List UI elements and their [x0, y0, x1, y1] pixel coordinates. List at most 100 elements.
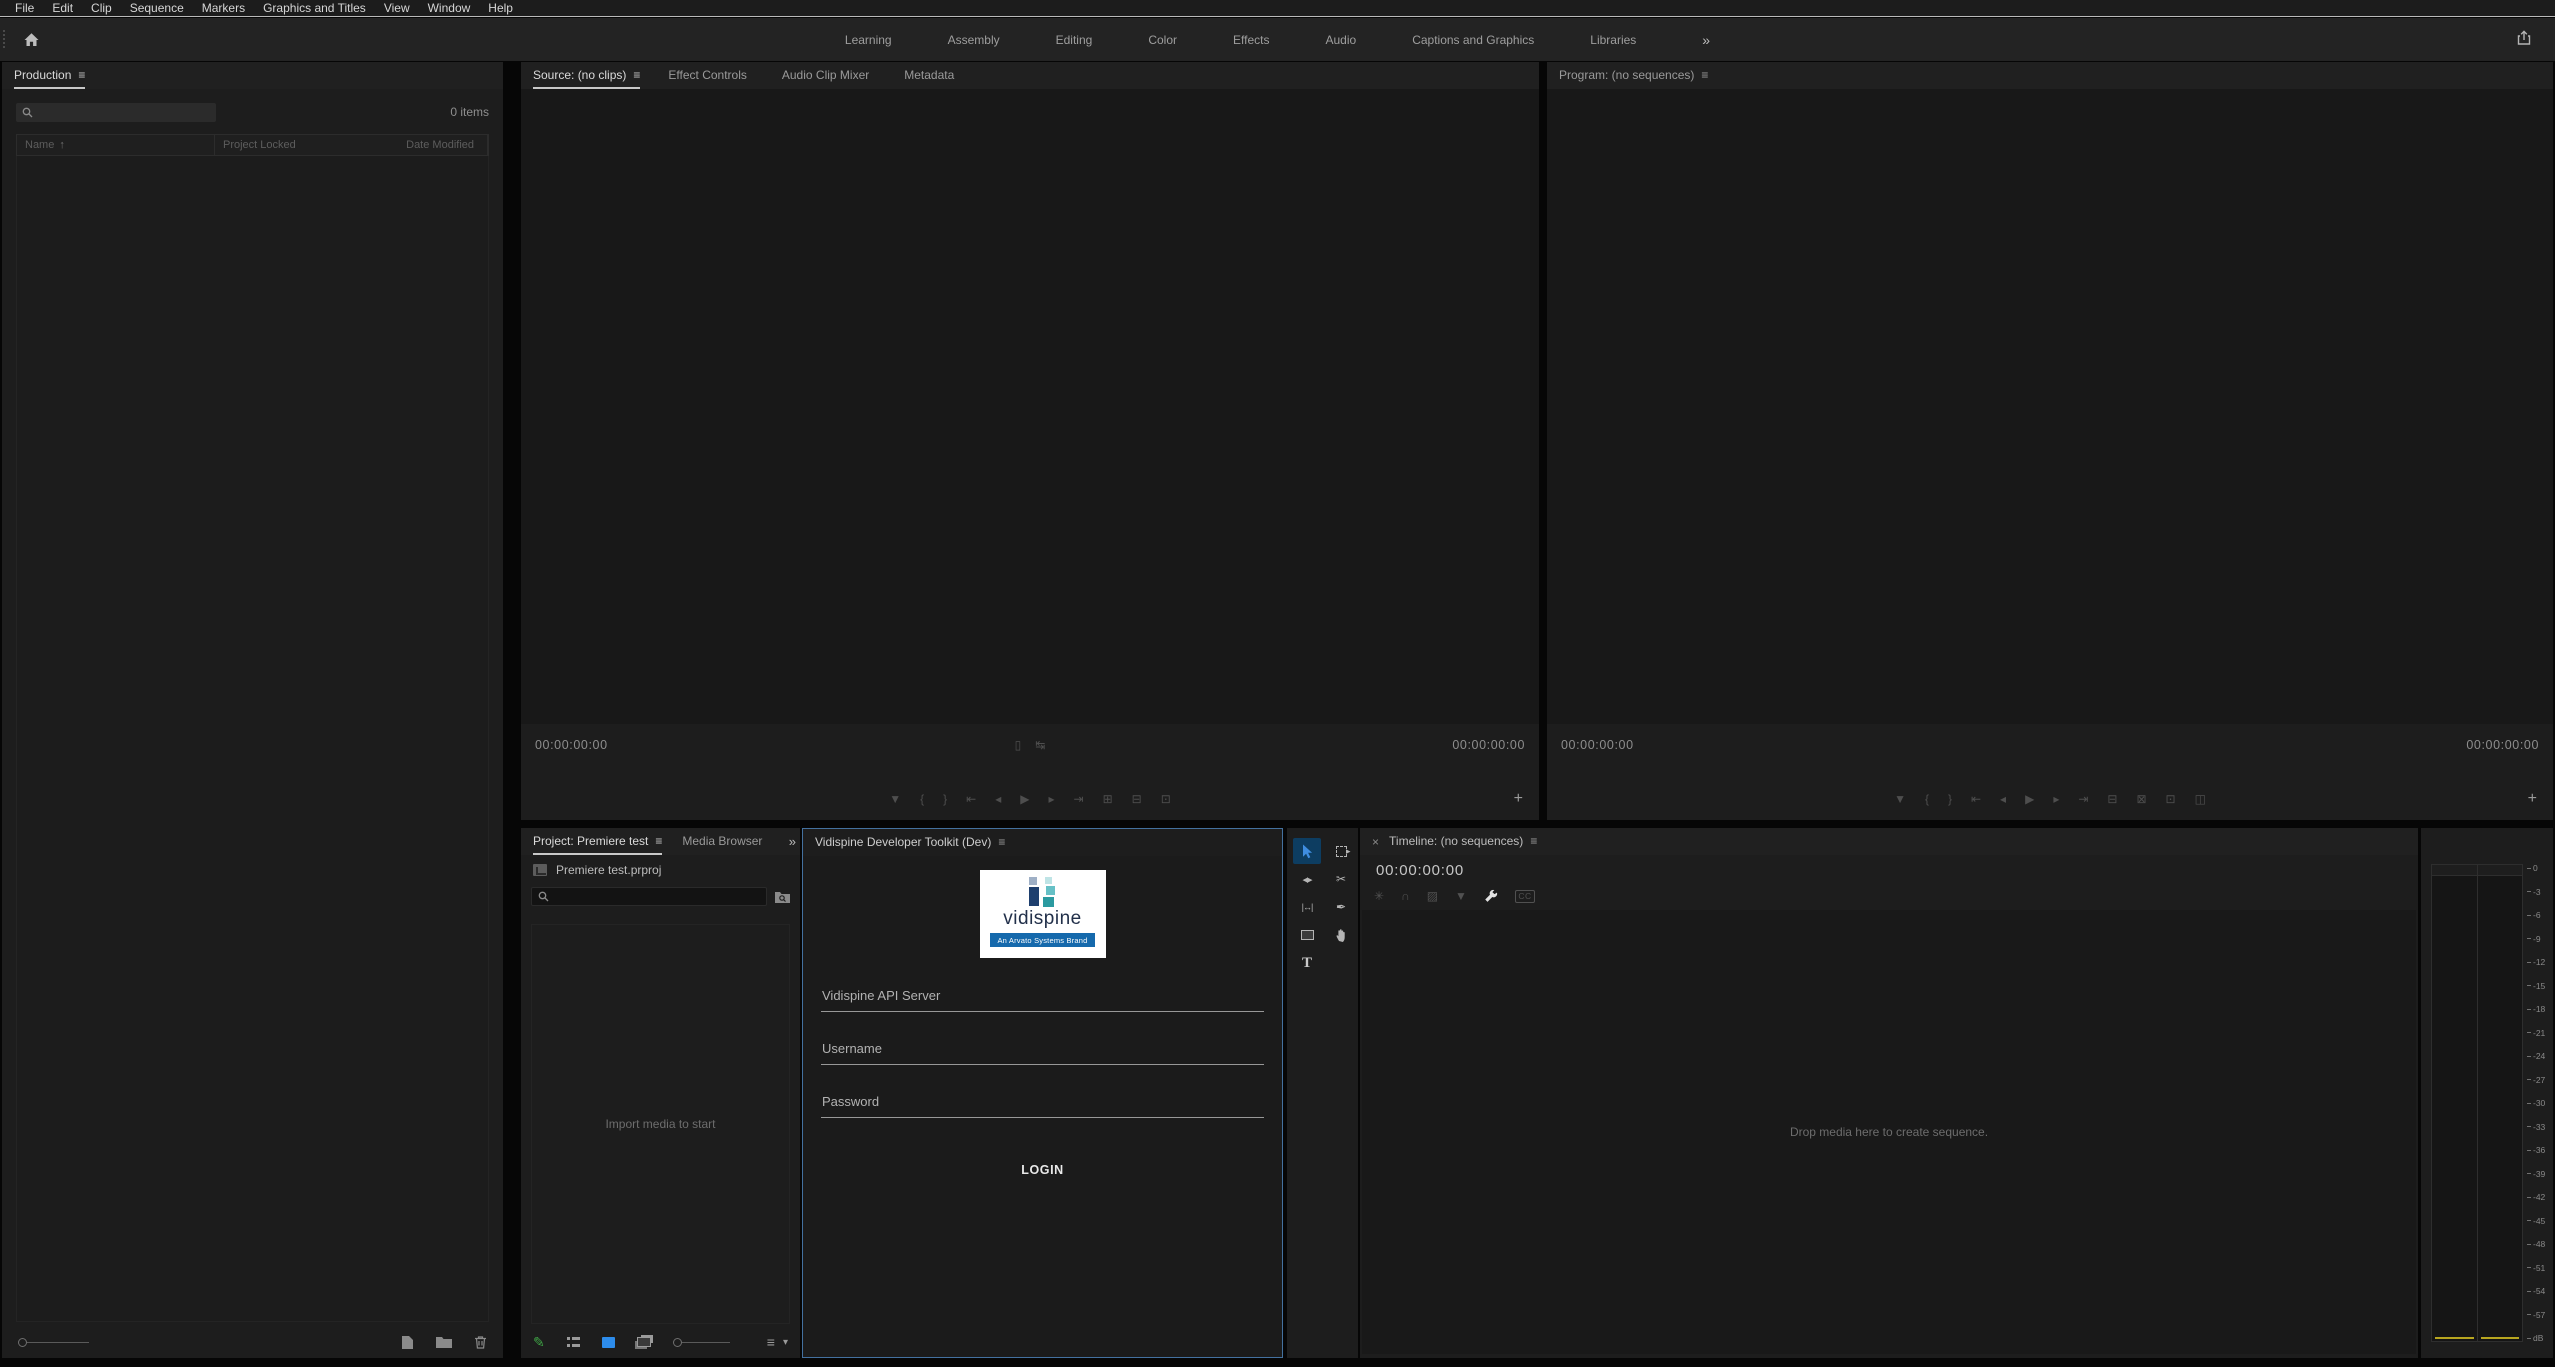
monitor-tab[interactable]: Audio Clip Mixer [782, 62, 876, 89]
hand-tool[interactable] [1327, 922, 1355, 948]
go-to-out-button[interactable]: ⇥ [2078, 788, 2088, 810]
tab-timeline[interactable]: Timeline: (no sequences) ≡ [1389, 828, 1537, 855]
step-back-button[interactable]: ◂ [995, 788, 1001, 810]
add-marker-button[interactable]: ▼ [1894, 788, 1906, 810]
panel-menu-icon[interactable]: ≡ [78, 62, 85, 89]
timeline-drop-area[interactable]: Drop media here to create sequence. [1362, 910, 2416, 1354]
workspace-tab[interactable]: Effects [1233, 33, 1269, 47]
mark-out-button[interactable]: } [943, 788, 947, 810]
password-field[interactable] [821, 1090, 1264, 1118]
overwrite-button[interactable]: ⊟ [1132, 788, 1142, 810]
project-search-input[interactable] [531, 887, 767, 906]
api-server-field[interactable] [821, 984, 1264, 1012]
zoom-slider[interactable] [673, 1338, 730, 1347]
monitor-tab[interactable]: Effect Controls [668, 62, 753, 89]
type-tool[interactable]: T [1293, 950, 1321, 976]
playback-settings-icon[interactable]: ↹ [1035, 734, 1045, 756]
tab-vidispine-toolkit[interactable]: Vidispine Developer Toolkit (Dev) ≡ [815, 829, 1005, 856]
menu-item[interactable]: Sequence [121, 1, 193, 15]
step-back-button[interactable]: ◂ [2000, 788, 2006, 810]
linked-selection-icon[interactable]: ▨ [1427, 889, 1438, 903]
icon-view-icon[interactable] [602, 1337, 615, 1348]
menu-item[interactable]: Help [479, 1, 522, 15]
go-to-out-button[interactable]: ⇥ [1074, 788, 1084, 810]
project-writable-icon[interactable]: ✎ [533, 1334, 545, 1351]
workspace-tab[interactable]: Color [1148, 33, 1177, 47]
extract-button[interactable]: ⊠ [2136, 788, 2146, 810]
play-button[interactable]: ▶ [2025, 788, 2034, 810]
workspace-tab[interactable]: Learning [845, 33, 892, 47]
monitor-tab[interactable]: Metadata [904, 62, 961, 89]
menu-item[interactable]: View [375, 1, 419, 15]
new-project-icon[interactable] [401, 1335, 414, 1350]
snap-icon[interactable]: ∩ [1401, 889, 1410, 903]
production-item-list[interactable] [16, 156, 489, 1322]
login-button[interactable]: LOGIN [1005, 1155, 1080, 1185]
menu-item[interactable]: File [6, 1, 43, 15]
button-editor-button[interactable]: + [1514, 788, 1523, 810]
insert-as-nested-icon[interactable]: ✳ [1374, 889, 1384, 903]
delete-icon[interactable] [474, 1335, 487, 1349]
project-tab[interactable]: Project: Premiere test ≡ [533, 828, 662, 855]
project-empty-area[interactable]: Import media to start [531, 924, 790, 1324]
menu-item[interactable]: Window [419, 1, 480, 15]
list-view-icon[interactable] [567, 1337, 580, 1347]
menu-item[interactable]: Edit [43, 1, 82, 15]
new-bin-icon[interactable] [436, 1336, 452, 1348]
add-marker-button[interactable]: ▼ [889, 788, 901, 810]
monitor-tab[interactable]: Program: (no sequences) ≡ [1559, 62, 1708, 89]
audio-meter[interactable] [2431, 864, 2523, 1342]
mark-in-button[interactable]: { [1925, 788, 1929, 810]
project-tab[interactable]: Media Browser [682, 828, 768, 855]
find-in-project-icon[interactable] [775, 891, 790, 903]
workspace-tab[interactable]: Editing [1056, 33, 1093, 47]
add-marker-icon[interactable]: ▼ [1455, 889, 1467, 903]
play-button[interactable]: ▶ [1020, 788, 1029, 810]
source-viewer[interactable] [521, 89, 1539, 724]
comparison-view-button[interactable]: ◫ [2195, 788, 2206, 810]
export-frame-button[interactable]: ⊡ [1161, 788, 1171, 810]
export-frame-button[interactable]: ⊡ [2166, 788, 2176, 810]
button-editor-button[interactable]: + [2528, 788, 2537, 810]
rectangle-tool[interactable] [1293, 922, 1321, 948]
breadcrumb[interactable]: Premiere test.prproj [521, 855, 800, 881]
panel-menu-icon[interactable]: ≡ [633, 62, 640, 89]
workspace-tab[interactable]: Libraries [1590, 33, 1636, 47]
chevron-down-icon[interactable]: ▾ [783, 1337, 788, 1348]
ripple-edit-tool[interactable]: ◂▸ [1293, 866, 1321, 892]
thumbnail-zoom-slider[interactable] [18, 1338, 89, 1347]
timeline-settings-icon[interactable] [1484, 889, 1498, 903]
display-mode-icon[interactable]: ▯ [1015, 734, 1022, 756]
tab-production[interactable]: Production ≡ [14, 62, 85, 89]
column-header-cell[interactable]: Date Modified [398, 135, 488, 155]
go-to-in-button[interactable]: ⇤ [1971, 788, 1981, 810]
workspace-tab[interactable]: Captions and Graphics [1412, 33, 1534, 47]
program-viewer[interactable] [1547, 89, 2553, 724]
workspace-tab[interactable]: Assembly [948, 33, 1000, 47]
column-header-cell[interactable]: Project Locked [215, 135, 398, 155]
timeline-playhead-timecode[interactable]: 00:00:00:00 [1376, 862, 1464, 879]
workspace-tab[interactable]: Audio [1325, 33, 1356, 47]
panel-menu-icon[interactable]: ≡ [1701, 62, 1708, 89]
razor-tool[interactable]: ✂ [1327, 866, 1355, 892]
freeform-view-icon[interactable] [637, 1337, 651, 1347]
lift-button[interactable]: ⊟ [2107, 788, 2117, 810]
quick-export-button[interactable] [2515, 29, 2533, 47]
username-field[interactable] [821, 1037, 1264, 1065]
monitor-tab[interactable]: Source: (no clips) ≡ [533, 62, 640, 89]
panel-menu-icon[interactable]: ≡ [998, 829, 1005, 856]
sort-icons-icon[interactable]: ≡ [767, 1334, 775, 1350]
panel-menu-icon[interactable]: ≡ [655, 828, 662, 855]
mark-out-button[interactable]: } [1948, 788, 1952, 810]
pen-tool[interactable]: ✒ [1327, 894, 1355, 920]
menu-item[interactable]: Markers [193, 1, 254, 15]
step-forward-button[interactable]: ▸ [1048, 788, 1054, 810]
captions-icon[interactable]: CC [1515, 890, 1535, 903]
mark-in-button[interactable]: { [920, 788, 924, 810]
selection-tool[interactable] [1293, 838, 1321, 864]
track-select-forward-tool[interactable] [1327, 838, 1355, 864]
close-panel-icon[interactable]: × [1372, 835, 1379, 849]
tab-overflow-button[interactable]: » [789, 834, 796, 849]
panel-menu-icon[interactable]: ≡ [1530, 828, 1537, 855]
go-to-in-button[interactable]: ⇤ [966, 788, 976, 810]
